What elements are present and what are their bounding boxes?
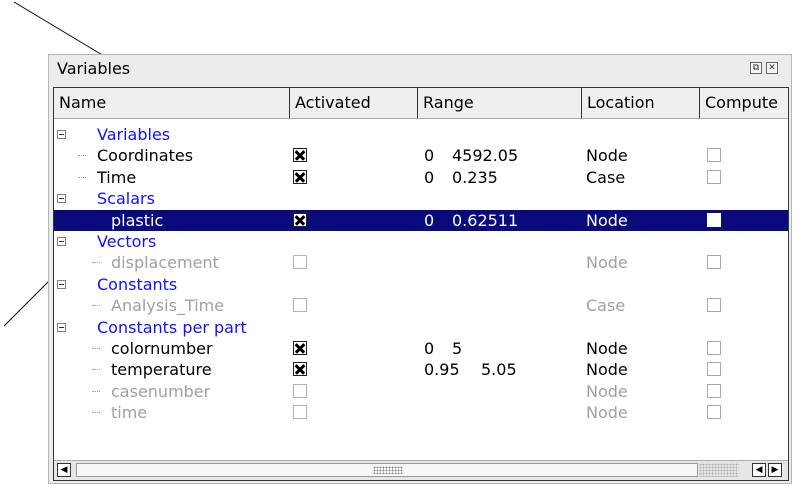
activated-checkbox[interactable] [293, 212, 307, 227]
range-max: 0.235 [452, 167, 498, 187]
group-label: Vectors [97, 232, 157, 251]
tree-group-row[interactable]: Constants per part [54, 317, 788, 338]
tree-connector [92, 412, 100, 414]
compute-checkbox[interactable] [707, 212, 721, 227]
activated-checkbox[interactable] [293, 169, 307, 184]
float-window-icon[interactable]: ⧉ [750, 62, 762, 74]
activated-checkbox[interactable] [293, 383, 307, 398]
activated-checkbox[interactable] [293, 148, 307, 163]
pointer-line-title [13, 1, 105, 57]
compute-checkbox[interactable] [707, 255, 721, 270]
scroll-right-icon[interactable]: ▶ [768, 463, 782, 477]
header-name[interactable]: Name [54, 88, 290, 118]
tree-group-row[interactable]: Vectors [54, 231, 788, 252]
compute-checkbox[interactable] [707, 362, 721, 377]
collapse-icon[interactable] [57, 194, 66, 204]
range-max: 4592.05 [452, 146, 519, 166]
range-min: 0.95 [424, 360, 460, 380]
location-value: Node [586, 146, 628, 166]
panel-titlebar[interactable]: Variables ⧉ ✕ [49, 55, 791, 83]
header-compute[interactable]: Compute [700, 88, 788, 118]
table-row[interactable]: colornumber 0 5 Node [54, 338, 788, 359]
header-location[interactable]: Location [582, 88, 700, 118]
tree-group-row[interactable]: Constants [54, 274, 788, 295]
location-value: Node [586, 381, 628, 401]
location-value: Node [586, 403, 628, 423]
location-value: Node [586, 253, 628, 273]
panel-title: Variables [57, 59, 131, 78]
variable-name: colornumber [111, 339, 213, 358]
scroll-left-icon[interactable]: ◀ [57, 463, 71, 477]
scrollbar-thumb[interactable] [76, 463, 698, 477]
table-row[interactable]: time Node [54, 402, 788, 423]
table-row[interactable]: Time 0 0.235 Case [54, 167, 788, 188]
tree-connector [92, 305, 100, 307]
tree-connector [78, 176, 86, 179]
activated-checkbox[interactable] [293, 362, 307, 377]
collapse-icon[interactable] [57, 237, 66, 246]
compute-checkbox[interactable] [707, 341, 721, 355]
scroll-left-icon[interactable]: ◀ [752, 463, 766, 477]
activated-checkbox[interactable] [293, 255, 307, 270]
table-row[interactable]: temperature 0.95 5.05 Node [54, 359, 788, 380]
compute-checkbox[interactable] [707, 169, 721, 184]
table-row[interactable]: casenumber Node [54, 381, 788, 402]
group-label: Constants [97, 274, 178, 294]
table-row[interactable]: displacement Node [54, 252, 788, 273]
horizontal-scrollbar[interactable]: ◀ ◀ ▶ [54, 460, 788, 480]
variable-name: time [111, 403, 148, 423]
tree-connector [92, 348, 100, 350]
compute-checkbox[interactable] [707, 383, 721, 398]
group-label: Scalars [97, 189, 155, 209]
compute-checkbox[interactable] [707, 298, 721, 313]
table-row[interactable]: Coordinates 0 4592.05 Node [54, 145, 788, 166]
location-value: Node [586, 360, 628, 380]
tree-connector [92, 390, 100, 393]
close-window-icon[interactable]: ✕ [766, 62, 778, 74]
group-label: Constants per part [97, 317, 247, 337]
variable-name: Time [97, 167, 137, 187]
location-value: Case [586, 167, 626, 187]
range-min: 0 [424, 210, 435, 230]
variable-name: casenumber [111, 381, 211, 401]
collapse-icon[interactable] [57, 130, 66, 139]
grip-icon [373, 466, 403, 474]
tree-connector [92, 369, 100, 371]
header-activated[interactable]: Activated [290, 88, 418, 118]
tree-connector [92, 262, 100, 264]
header-range[interactable]: Range [418, 88, 582, 118]
activated-checkbox[interactable] [293, 341, 307, 355]
range-max: 5.05 [481, 360, 517, 380]
range-min: 0 [424, 167, 435, 187]
variable-name: Analysis_Time [111, 296, 225, 316]
collapse-icon[interactable] [57, 322, 66, 332]
group-label: Variables [97, 125, 171, 144]
range-min: 0 [424, 146, 435, 166]
activated-checkbox[interactable] [293, 405, 307, 420]
range-max: 0.62511 [452, 210, 519, 230]
location-value: Case [586, 296, 626, 316]
range-min: 0 [424, 339, 435, 358]
compute-checkbox[interactable] [707, 405, 721, 420]
tree-group-row[interactable]: Variables [54, 124, 788, 145]
tree-group-row[interactable]: Scalars [54, 188, 788, 209]
location-value: Node [586, 210, 628, 230]
variable-name: plastic [111, 210, 164, 230]
range-max: 5 [452, 339, 463, 358]
activated-checkbox[interactable] [293, 298, 307, 313]
variables-panel: Variables ⧉ ✕ Name Activated Range Locat… [48, 54, 792, 484]
variable-name: Coordinates [97, 146, 194, 166]
variables-tree-view[interactable]: Name Activated Range Location Compute Va… [53, 87, 789, 481]
compute-checkbox[interactable] [707, 148, 721, 163]
tree-connector [78, 155, 86, 157]
variable-name: displacement [111, 253, 219, 273]
variable-name: temperature [111, 360, 212, 380]
collapse-icon[interactable] [57, 279, 66, 289]
table-row[interactable]: Analysis_Time Case [54, 295, 788, 316]
column-header: Name Activated Range Location Compute [54, 88, 788, 119]
location-value: Node [586, 339, 628, 358]
table-row[interactable]: plastic 0 0.62511 Node [54, 209, 788, 231]
scrollbar-track[interactable] [699, 463, 739, 477]
